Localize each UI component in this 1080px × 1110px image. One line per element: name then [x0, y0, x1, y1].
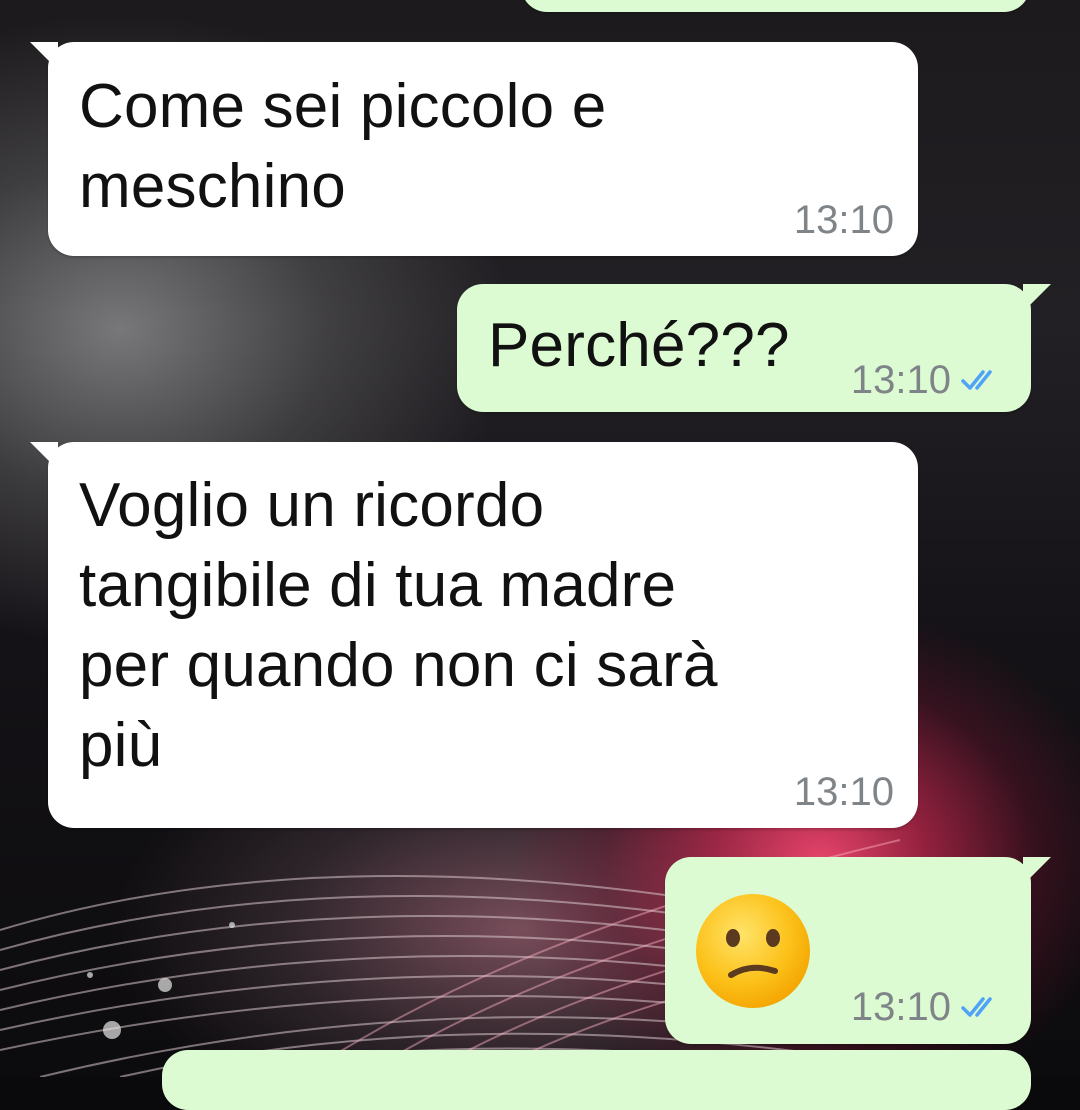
message-text: Voglio un ricordo tangibile di tua madre…: [79, 471, 718, 780]
message-text: Come sei piccolo e meschino: [79, 72, 607, 221]
message-bubble-partial-bottom[interactable]: [162, 1050, 1031, 1110]
bubble-tail: [30, 42, 58, 70]
message-timestamp: 13:10: [850, 358, 951, 402]
message-bubble-incoming[interactable]: Voglio un ricordo tangibile di tua madre…: [30, 442, 918, 828]
double-check-icon: [961, 997, 992, 1017]
double-check-icon: [961, 370, 992, 390]
message-meta: 13:10: [794, 772, 894, 812]
message-bubble-outgoing[interactable]: Perché??? 13:10: [457, 284, 1051, 412]
message-timestamp: 13:10: [850, 985, 951, 1029]
message-text: Perché???: [488, 311, 790, 380]
message-meta: 13:10: [851, 360, 1005, 400]
message-bubble-partial-top[interactable]: [521, 0, 1030, 12]
message-meta: 13:10: [851, 987, 1005, 1027]
message-timestamp: 13:10: [793, 770, 894, 814]
bubble-tail: [1023, 284, 1051, 312]
message-timestamp: 13:10: [793, 198, 894, 242]
message-meta: 13:10: [794, 200, 894, 240]
bubble-tail: [30, 442, 58, 470]
message-bubble-incoming[interactable]: Come sei piccolo e meschino 13:10: [30, 42, 918, 256]
message-bubble-outgoing[interactable]: 13:10: [665, 857, 1051, 1044]
bubble-tail: [1023, 857, 1051, 885]
confused-face-emoji: [696, 894, 810, 1008]
